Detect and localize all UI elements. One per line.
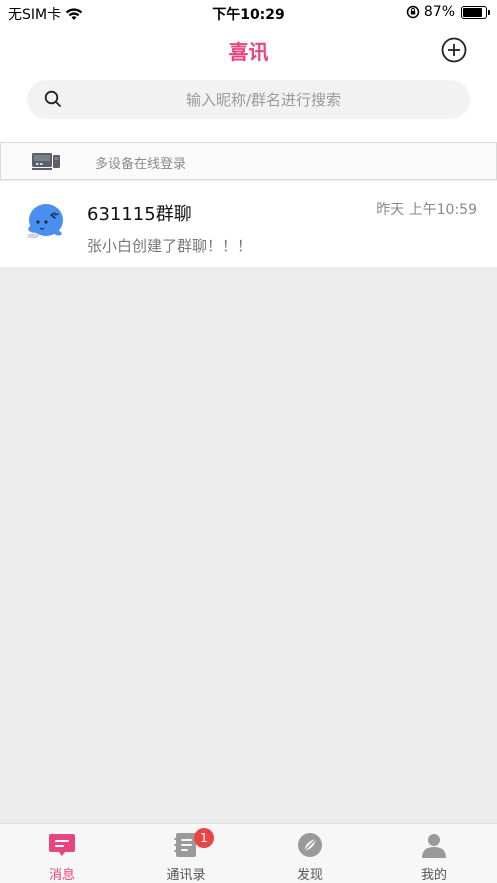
discover-icon <box>298 833 322 857</box>
plus-circle-icon[interactable] <box>441 37 467 63</box>
tab-bar: 消息 1 通讯录 发现 我的 <box>0 823 497 883</box>
multi-device-banner[interactable]: 多设备在线登录 <box>0 142 497 180</box>
tab-discover[interactable]: 发现 <box>248 824 372 883</box>
tab-label: 消息 <box>48 868 75 883</box>
tab-messages[interactable]: 消息 <box>0 824 124 883</box>
search-input[interactable] <box>67 80 460 119</box>
devices-icon <box>32 153 60 170</box>
search-bar[interactable] <box>27 80 470 119</box>
search-section <box>0 76 497 142</box>
nav-header: 喜讯 <box>0 26 497 76</box>
tab-profile[interactable]: 我的 <box>372 824 496 883</box>
multi-device-label: 多设备在线登录 <box>95 157 187 172</box>
chat-name: 631115群聊 <box>87 204 192 225</box>
orientation-lock-icon <box>406 5 420 19</box>
tab-label: 发现 <box>296 868 323 883</box>
battery-icon <box>461 5 490 19</box>
tab-label: 通讯录 <box>166 868 206 883</box>
page-title: 喜讯 <box>228 40 269 64</box>
message-icon <box>49 834 75 856</box>
unread-badge: 1 <box>194 828 214 848</box>
tab-contacts[interactable]: 1 通讯录 <box>124 824 248 883</box>
profile-icon <box>422 834 446 858</box>
battery-percent: 87% <box>423 4 455 20</box>
chat-preview: 张小白创建了群聊！！！ <box>87 237 253 255</box>
chat-time: 昨天 上午10:59 <box>376 202 477 218</box>
chat-list-item[interactable]: 631115群聊 昨天 上午10:59 张小白创建了群聊！！！ <box>0 181 497 267</box>
group-avatar-icon <box>27 204 63 239</box>
tab-label: 我的 <box>420 868 447 883</box>
status-right: 87% <box>406 4 490 20</box>
battery-fill <box>463 7 482 17</box>
status-bar: 无SIM卡 下午10:29 87% <box>0 0 497 26</box>
search-icon <box>44 90 61 107</box>
